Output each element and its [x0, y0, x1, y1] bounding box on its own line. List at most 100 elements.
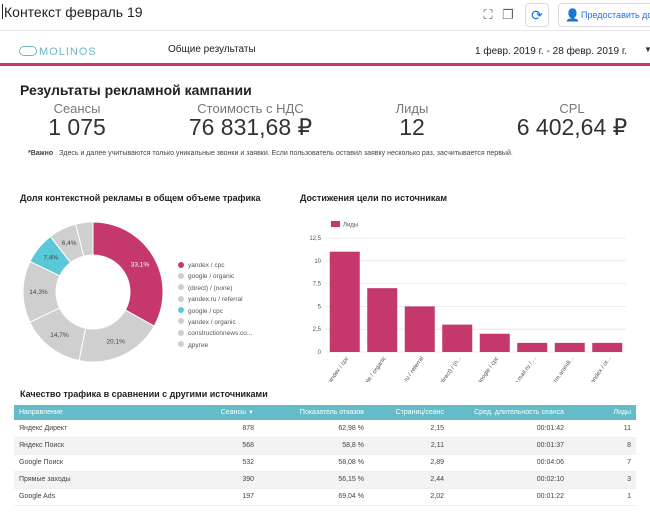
column-header[interactable]: Страниц/сеанс [369, 405, 449, 420]
x-tick-label: crm.arandi... [551, 355, 575, 382]
bar[interactable] [442, 324, 473, 352]
bar[interactable] [592, 342, 623, 352]
logo-mark-icon [19, 46, 37, 56]
y-tick-label: 10 [314, 259, 321, 265]
sort-desc-icon[interactable]: ▼ [248, 410, 254, 416]
column-header-label: Направление [19, 409, 63, 416]
table-cell: 62,98 % [259, 420, 369, 438]
date-range-control[interactable]: 1 февр. 2019 г. - 28 февр. 2019 г. [475, 46, 627, 57]
kpi-cpl: CPL 6 402,64 ₽ [508, 101, 636, 141]
share-button[interactable]: 👤Предоставить доступ [558, 3, 650, 27]
add-person-icon: 👤 [565, 8, 580, 22]
table-cell: 00:01:42 [449, 420, 569, 438]
kpi-value: 6 402,64 ₽ [516, 114, 628, 140]
bar[interactable] [517, 342, 548, 352]
legend-item[interactable]: yandex.ru / referral [178, 294, 252, 305]
table-cell: 390 [144, 471, 259, 489]
table-row[interactable]: Яндекс Поиск 568 58,8 % 2,11 00:01:37 8 [14, 437, 636, 455]
column-header[interactable]: Лиды [569, 405, 636, 420]
table-cell: Google Ads [14, 488, 144, 506]
table-row[interactable]: Google Поиск 532 58,08 % 2,89 00:04:06 7 [14, 454, 636, 472]
table-title: Качество трафика в сравнении с другими и… [20, 389, 268, 399]
fullscreen-icon[interactable]: ⛶ [479, 6, 497, 24]
bar[interactable] [404, 306, 435, 352]
table-cell: Google Поиск [14, 454, 144, 472]
logo-text: MOLINOS [39, 46, 97, 58]
legend-item[interactable]: google / organic [178, 271, 252, 282]
legend-item[interactable]: yandex / cpc [178, 260, 252, 271]
legend-label: yandex.ru / referral [188, 296, 243, 304]
note-text: Здесь и далее учитываются только уникаль… [59, 150, 513, 157]
table-cell: 7 [569, 454, 636, 472]
refresh-button[interactable]: ⟳ [525, 3, 549, 27]
table-cell: 00:01:37 [449, 437, 569, 455]
bar[interactable] [367, 288, 398, 352]
legend-label: Лиды [343, 223, 358, 229]
legend-item[interactable]: yandex / organic [178, 317, 252, 328]
legend-item[interactable]: (direct) / (none) [178, 283, 252, 294]
x-tick-label: (direct) / (n... [438, 355, 463, 382]
legend-label: yandex / organic [188, 318, 236, 326]
share-button-label: Предоставить доступ [581, 10, 650, 20]
pie-slice-label: 7,4% [43, 255, 58, 262]
x-tick-label: yandex.ru / referral [392, 356, 426, 382]
bar[interactable] [479, 333, 510, 352]
legend-dot-icon [178, 295, 184, 302]
chevron-down-icon[interactable]: ▼ [644, 45, 650, 54]
table-row[interactable]: Прямые заходы 390 56,15 % 2,44 00:02:10 3 [14, 471, 636, 489]
table-cell: 878 [144, 420, 259, 438]
legend-dot-icon [178, 261, 184, 268]
legend-label: google / organic [188, 273, 235, 281]
copy-icon[interactable]: ❐ [499, 6, 517, 24]
text-cursor [2, 4, 3, 19]
column-header[interactable]: Показатель отказов [259, 405, 369, 420]
kpi-cost: Стоимость с НДС 76 831,68 ₽ [178, 101, 323, 141]
table-cell: 58,08 % [259, 454, 369, 472]
pie-legend: yandex / cpc google / organic (direct) / (… [178, 260, 252, 351]
column-header[interactable]: Направление [14, 405, 144, 420]
kpi-value: 12 [399, 114, 425, 140]
kpi-value: 1 075 [48, 114, 106, 140]
traffic-table: Направление Сеансы ▼ Показатель отказов Стра… [14, 405, 636, 506]
table-cell: Яндекс Поиск [14, 437, 144, 455]
table-cell: 56,15 % [259, 471, 369, 489]
x-tick-label: yandex / or... [588, 355, 613, 382]
legend-dot-icon [178, 329, 184, 336]
pie-slice-label: 6,4% [62, 240, 77, 247]
pie-chart: 33,1% 20,1% 14,7% 14,3% 7,4% 6,4% [22, 221, 164, 363]
pie-slice[interactable] [92, 221, 164, 327]
column-header[interactable]: Сеансы ▼ [144, 405, 259, 420]
table-cell: 8 [569, 437, 636, 455]
important-note: *Важно Здесь и далее учитываются только у… [28, 150, 513, 157]
table-cell: Яндекс Директ [14, 420, 144, 438]
y-tick-label: 7,5 [313, 282, 322, 288]
column-header[interactable]: Сред. длительность сеанса [449, 405, 569, 420]
molinos-logo: MOLINOS [19, 46, 97, 58]
table-cell: 2,11 [369, 437, 449, 455]
legend-label: (direct) / (none) [188, 284, 233, 292]
legend-item[interactable]: constructionnews.co... [178, 328, 252, 339]
table-cell: 3 [569, 471, 636, 489]
table-cell: 197 [144, 488, 259, 506]
legend-label: другие [188, 341, 209, 349]
table-row[interactable]: Google Ads 197 69,04 % 2,02 00:01:22 1 [14, 488, 636, 506]
kpi-value: 76 831,68 ₽ [188, 114, 313, 140]
pie-chart-title: Доля контекстной рекламы в общем объеме … [20, 193, 261, 203]
table-cell: 00:04:06 [449, 454, 569, 472]
page-tab-general[interactable]: Общие результаты [168, 44, 256, 55]
legend-dot-icon [178, 318, 184, 325]
table-cell: 568 [144, 437, 259, 455]
legend-item[interactable]: google / cpc [178, 306, 252, 317]
bar[interactable] [329, 251, 360, 352]
column-header-label: Сеансы [220, 409, 247, 416]
y-tick-label: 5 [318, 304, 322, 310]
x-tick-label: go.mail.ru / ... [512, 355, 538, 382]
bar[interactable] [554, 342, 585, 352]
legend-item[interactable]: другие [178, 340, 252, 351]
legend-dot-icon [178, 341, 184, 348]
document-title[interactable]: Контекст февраль 19 [2, 4, 143, 20]
table-cell: 69,04 % [259, 488, 369, 506]
bar-chart: 0 2,5 5 7,5 10 12,5 Лиды yandex / cpc google / o… [309, 221, 626, 382]
pie-slice-label: 14,7% [50, 332, 69, 339]
table-row[interactable]: Яндекс Директ 878 62,98 % 2,15 00:01:42 11 [14, 420, 636, 438]
